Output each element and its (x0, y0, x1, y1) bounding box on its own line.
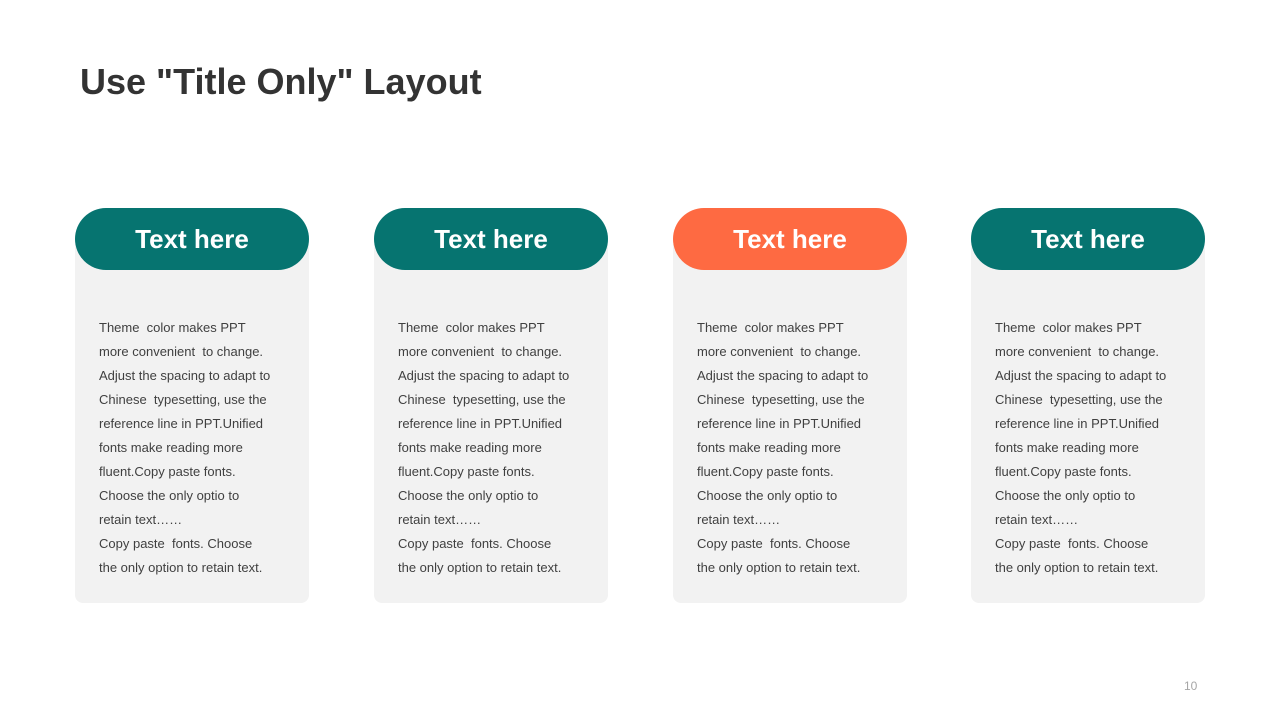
card-body-3: Theme color makes PPT more convenient to… (697, 316, 897, 580)
card-text-line: fluent.Copy paste fonts. (398, 464, 535, 479)
card-text-line: retain text…… (398, 512, 482, 527)
card-text-line: reference line in PPT.Unified (398, 416, 563, 431)
card-text-line: retain text…… (995, 512, 1079, 527)
card-text-line: fluent.Copy paste fonts. (99, 464, 236, 479)
card-text-line: Adjust the spacing to adapt to (697, 368, 869, 383)
card-text-line: more convenient to change. (995, 344, 1160, 359)
card-text-line: reference line in PPT.Unified (995, 416, 1160, 431)
card-text-line: Copy paste fonts. Choose (697, 536, 851, 551)
card-text-line: Copy paste fonts. Choose (398, 536, 552, 551)
card-text-line: Chinese typesetting, use the (995, 392, 1163, 407)
card-text-line: fonts make reading more (697, 440, 841, 455)
card-text-line: retain text…… (99, 512, 183, 527)
text-card-3: Text here Theme color makes PPT more con… (673, 208, 907, 603)
card-text-line: Chinese typesetting, use the (398, 392, 566, 407)
card-text-line: Choose the only optio to (398, 488, 539, 503)
card-text-line: reference line in PPT.Unified (697, 416, 862, 431)
card-text-line: the only option to retain text. (697, 560, 861, 575)
card-text-line: Adjust the spacing to adapt to (398, 368, 570, 383)
card-text-line: Theme color makes PPT (398, 320, 545, 335)
card-text-line: fluent.Copy paste fonts. (697, 464, 834, 479)
card-text-line: more convenient to change. (99, 344, 264, 359)
card-text-line: Adjust the spacing to adapt to (99, 368, 271, 383)
card-text-line: Theme color makes PPT (697, 320, 844, 335)
card-body-1: Theme color makes PPT more convenient to… (99, 316, 299, 580)
card-text-line: retain text…… (697, 512, 781, 527)
card-header-3[interactable]: Text here (673, 208, 907, 270)
card-text-line: fonts make reading more (398, 440, 542, 455)
card-text-line: Choose the only optio to (99, 488, 240, 503)
card-text-line: Theme color makes PPT (99, 320, 246, 335)
card-text-line: Copy paste fonts. Choose (995, 536, 1149, 551)
card-body-4: Theme color makes PPT more convenient to… (995, 316, 1195, 580)
card-text-line: Theme color makes PPT (995, 320, 1142, 335)
card-text-line: Chinese typesetting, use the (697, 392, 865, 407)
card-text-line: more convenient to change. (697, 344, 862, 359)
card-text-line: fonts make reading more (995, 440, 1139, 455)
text-card-4: Text here Theme color makes PPT more con… (971, 208, 1205, 603)
card-text-line: Chinese typesetting, use the (99, 392, 267, 407)
slide-title: Use "Title Only" Layout (80, 61, 482, 102)
card-header-2[interactable]: Text here (374, 208, 608, 270)
card-text-line: the only option to retain text. (995, 560, 1159, 575)
card-text-line: fluent.Copy paste fonts. (995, 464, 1132, 479)
card-text-line: Adjust the spacing to adapt to (995, 368, 1167, 383)
card-body-2: Theme color makes PPT more convenient to… (398, 316, 598, 580)
card-text-line: fonts make reading more (99, 440, 243, 455)
card-header-1[interactable]: Text here (75, 208, 309, 270)
page-number: 10 (1184, 679, 1198, 693)
card-text-line: reference line in PPT.Unified (99, 416, 264, 431)
card-text-line: the only option to retain text. (99, 560, 263, 575)
card-text-line: the only option to retain text. (398, 560, 562, 575)
text-card-2: Text here Theme color makes PPT more con… (374, 208, 608, 603)
card-header-4[interactable]: Text here (971, 208, 1205, 270)
card-text-line: Choose the only optio to (697, 488, 838, 503)
text-card-1: Text here Theme color makes PPT more con… (75, 208, 309, 603)
card-text-line: Copy paste fonts. Choose (99, 536, 253, 551)
card-text-line: Choose the only optio to (995, 488, 1136, 503)
card-text-line: more convenient to change. (398, 344, 563, 359)
